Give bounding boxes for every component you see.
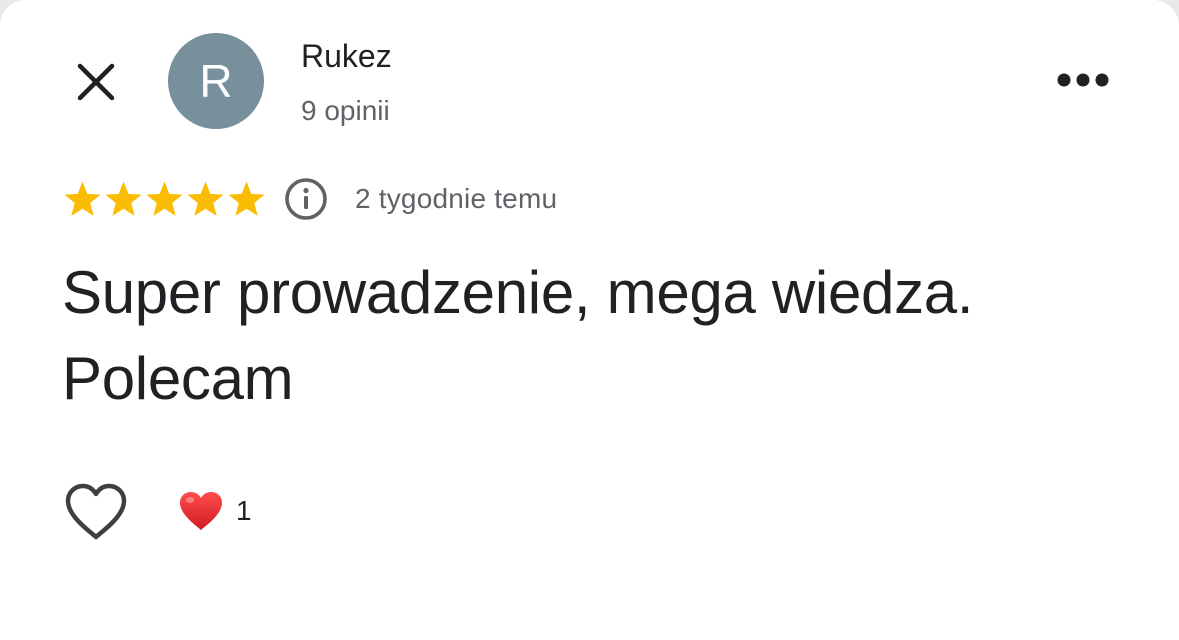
review-date: 2 tygodnie temu: [355, 183, 558, 214]
red-heart-emoji: [180, 492, 222, 530]
star-icon: [64, 181, 101, 216]
star-icon: [105, 181, 142, 216]
close-icon: [77, 63, 115, 101]
heart-outline-icon: [65, 483, 127, 540]
info-button[interactable]: [283, 176, 329, 222]
star-icon: [228, 181, 265, 216]
review-card: R Rukez 9 opinii 2 tygodnie temu Super p…: [0, 0, 1179, 640]
more-horizontal-icon: [1057, 73, 1109, 87]
more-options-button[interactable]: [1050, 56, 1116, 104]
avatar-initial: R: [199, 55, 233, 107]
rating-row: 2 tygodnie temu: [62, 176, 557, 222]
reaction-count: 1: [236, 495, 252, 526]
author-name[interactable]: Rukez: [301, 38, 392, 75]
close-button[interactable]: [64, 50, 128, 114]
reaction-summary[interactable]: 1: [178, 486, 252, 536]
star-icon: [146, 181, 183, 216]
avatar[interactable]: R: [168, 33, 264, 129]
star-rating: [62, 179, 267, 220]
star-icon: [187, 181, 224, 216]
review-text: Super prowadzenie, mega wiedza. Polecam: [62, 259, 974, 412]
info-icon: [285, 178, 327, 220]
like-button[interactable]: [62, 478, 130, 546]
author-review-count[interactable]: 9 opinii: [301, 95, 390, 127]
